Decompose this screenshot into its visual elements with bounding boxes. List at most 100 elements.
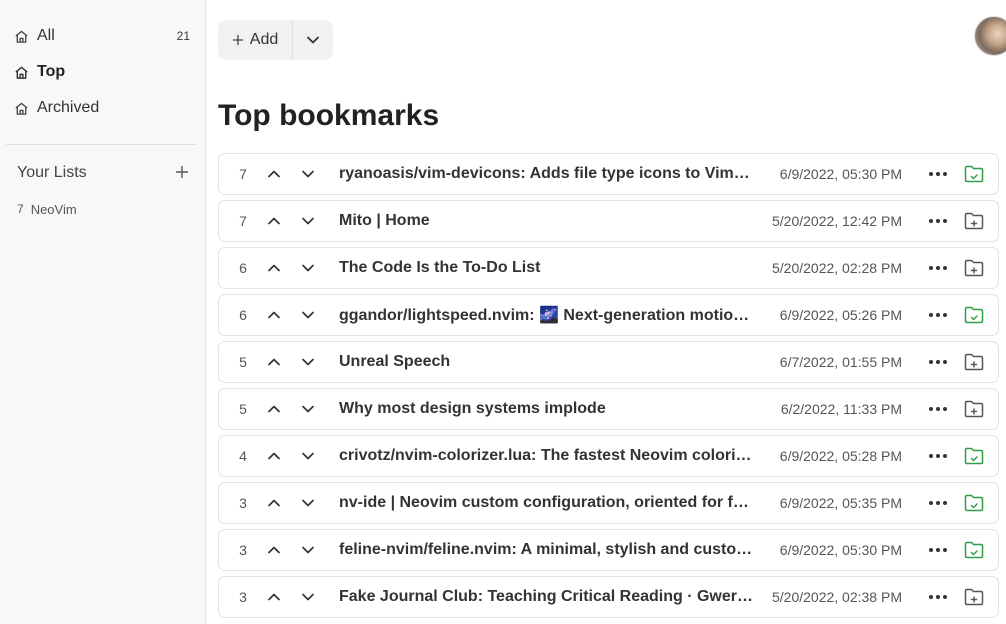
downvote-button[interactable]	[291, 251, 325, 285]
folder-check-icon	[964, 494, 984, 512]
more-options-button[interactable]	[920, 487, 956, 519]
more-icon	[929, 595, 947, 599]
bookmark-title-link[interactable]: Unreal Speech	[339, 353, 753, 371]
add-list-button[interactable]	[175, 163, 189, 183]
more-options-button[interactable]	[920, 534, 956, 566]
bookmark-date: 6/7/2022, 01:55 PM	[779, 354, 902, 370]
chevron-up-icon	[268, 452, 280, 460]
more-icon	[929, 501, 947, 505]
plus-icon	[176, 166, 188, 178]
downvote-button[interactable]	[291, 533, 325, 567]
bookmark-title-link[interactable]: ggandor/lightspeed.nvim: 🌌 Next-generati…	[339, 305, 753, 325]
bookmark-date: 5/20/2022, 02:38 PM	[772, 589, 902, 605]
downvote-button[interactable]	[291, 204, 325, 238]
bookmark-date: 6/9/2022, 05:35 PM	[779, 495, 902, 511]
vote-score: 5	[239, 354, 247, 370]
chevron-up-icon	[268, 499, 280, 507]
vote-score: 6	[239, 260, 247, 276]
plus-icon	[232, 35, 243, 45]
folder-plus-icon	[964, 400, 984, 418]
add-button[interactable]: Add	[218, 20, 293, 60]
bookmark-title-link[interactable]: Fake Journal Club: Teaching Critical Rea…	[339, 588, 753, 606]
bookmark-title-link[interactable]: Mito | Home	[339, 212, 753, 230]
vote-score: 6	[239, 307, 247, 323]
bookmark-title-link[interactable]: ryanoasis/vim-devicons: Adds file type i…	[339, 165, 753, 183]
bookmark-row: 5 Why most design systems implode 6/2/2022…	[218, 388, 999, 430]
upvote-button[interactable]	[257, 533, 291, 567]
bookmark-row: 6 The Code Is the To-Do List 5/20/2022, 02…	[218, 247, 999, 289]
bookmark-date: 5/20/2022, 12:42 PM	[772, 213, 902, 229]
add-dropdown-button[interactable]	[293, 20, 333, 60]
home-icon	[15, 102, 28, 115]
bookmark-date: 6/9/2022, 05:30 PM	[779, 542, 902, 558]
bookmark-title-link[interactable]: feline-nvim/feline.nvim: A minimal, styl…	[339, 541, 753, 559]
bookmark-row: 3 feline-nvim/feline.nvim: A minimal, sty…	[218, 529, 999, 571]
downvote-button[interactable]	[291, 298, 325, 332]
bookmark-title-link[interactable]: The Code Is the To-Do List	[339, 259, 753, 277]
upvote-button[interactable]	[257, 204, 291, 238]
downvote-button[interactable]	[291, 439, 325, 473]
downvote-button[interactable]	[291, 486, 325, 520]
chevron-up-icon	[268, 217, 280, 225]
more-options-button[interactable]	[920, 158, 956, 190]
vote-score: 3	[239, 495, 247, 511]
upvote-button[interactable]	[257, 392, 291, 426]
upvote-button[interactable]	[257, 157, 291, 191]
chevron-up-icon	[268, 170, 280, 178]
add-to-list-button[interactable]	[956, 440, 992, 472]
list-item-neovim[interactable]: 7 NeoVim	[17, 200, 77, 218]
chevron-up-icon	[268, 311, 280, 319]
add-to-list-button[interactable]	[956, 346, 992, 378]
folder-check-icon	[964, 541, 984, 559]
more-icon	[929, 407, 947, 411]
more-options-button[interactable]	[920, 581, 956, 613]
add-to-list-button[interactable]	[956, 299, 992, 331]
add-to-list-button[interactable]	[956, 534, 992, 566]
bookmark-row: 7 Mito | Home 5/20/2022, 12:42 PM	[218, 200, 999, 242]
downvote-button[interactable]	[291, 345, 325, 379]
upvote-button[interactable]	[257, 298, 291, 332]
folder-check-icon	[964, 447, 984, 465]
chevron-down-icon	[302, 593, 314, 601]
upvote-button[interactable]	[257, 486, 291, 520]
bookmark-title-link[interactable]: Why most design systems implode	[339, 400, 753, 418]
add-to-list-button[interactable]	[956, 205, 992, 237]
more-options-button[interactable]	[920, 393, 956, 425]
sidebar-item-all[interactable]: All 21	[14, 24, 194, 48]
chevron-down-icon	[302, 405, 314, 413]
chevron-up-icon	[268, 593, 280, 601]
downvote-button[interactable]	[291, 580, 325, 614]
more-options-button[interactable]	[920, 252, 956, 284]
upvote-button[interactable]	[257, 439, 291, 473]
upvote-button[interactable]	[257, 251, 291, 285]
sidebar-item-count: 21	[176, 29, 190, 43]
more-icon	[929, 313, 947, 317]
more-icon	[929, 172, 947, 176]
upvote-button[interactable]	[257, 345, 291, 379]
more-options-button[interactable]	[920, 205, 956, 237]
add-to-list-button[interactable]	[956, 487, 992, 519]
downvote-button[interactable]	[291, 157, 325, 191]
more-icon	[929, 360, 947, 364]
more-icon	[929, 548, 947, 552]
more-options-button[interactable]	[920, 299, 956, 331]
add-to-list-button[interactable]	[956, 581, 992, 613]
lists-header-label: Your Lists	[17, 164, 87, 181]
sidebar-item-top[interactable]: Top	[14, 60, 194, 84]
add-to-list-button[interactable]	[956, 158, 992, 190]
bookmark-date: 6/9/2022, 05:30 PM	[779, 166, 902, 182]
more-options-button[interactable]	[920, 440, 956, 472]
bookmark-title-link[interactable]: nv-ide | Neovim custom configuration, or…	[339, 494, 753, 512]
sidebar-item-archived[interactable]: Archived	[14, 96, 194, 120]
add-to-list-button[interactable]	[956, 252, 992, 284]
avatar[interactable]	[974, 16, 1006, 56]
bookmark-title-link[interactable]: crivotz/nvim-colorizer.lua: The fastest …	[339, 447, 753, 465]
chevron-up-icon	[268, 358, 280, 366]
add-button-group: Add	[218, 20, 333, 60]
add-to-list-button[interactable]	[956, 393, 992, 425]
more-options-button[interactable]	[920, 346, 956, 378]
vote-score: 3	[239, 542, 247, 558]
upvote-button[interactable]	[257, 580, 291, 614]
downvote-button[interactable]	[291, 392, 325, 426]
vote-score: 7	[239, 166, 247, 182]
